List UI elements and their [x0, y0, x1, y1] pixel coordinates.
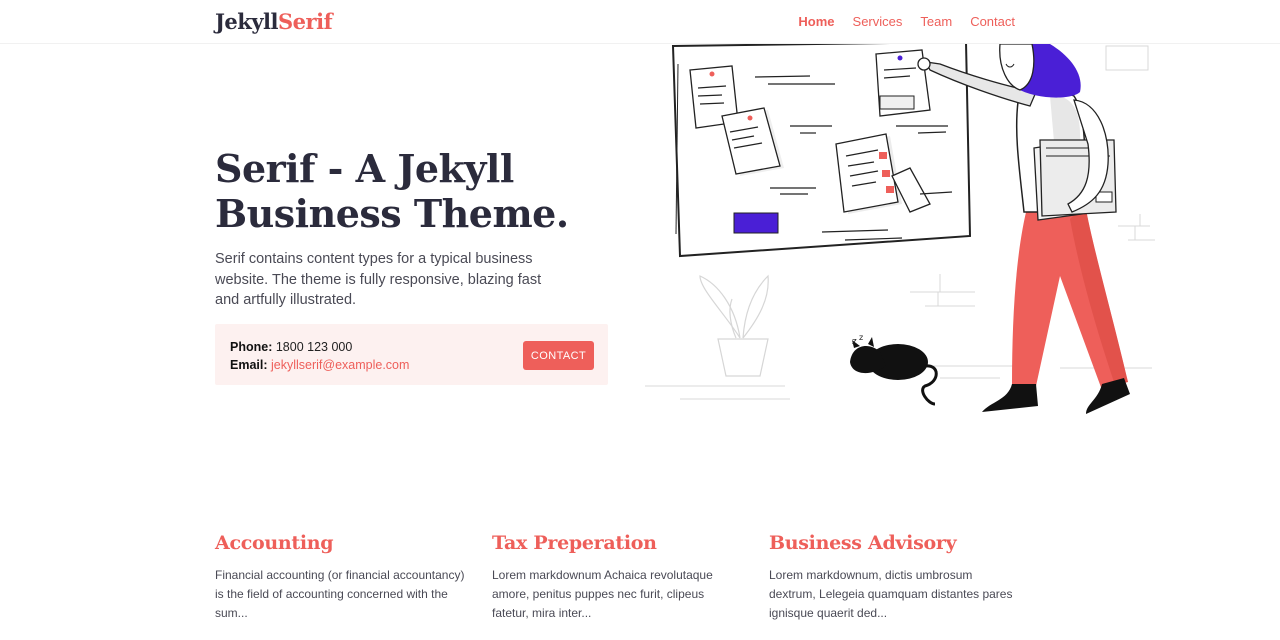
nav-link-contact[interactable]: Contact [970, 14, 1015, 29]
main-nav: Home Services Team Contact [798, 14, 1015, 29]
service-summary: Lorem markdownum, dictis umbrosum dextru… [769, 568, 1013, 620]
nav-link-home[interactable]: Home [798, 14, 834, 29]
service-summary: Financial accounting (or financial accou… [215, 568, 465, 620]
hero-title-line-1: Serif - A Jekyll [215, 146, 514, 191]
hero-illustration: z z [645, 44, 1155, 414]
logo-text-serif: Serif [278, 9, 333, 34]
phone-label: Phone: [230, 340, 273, 354]
cat-icon: z z [850, 333, 938, 406]
whiteboard [671, 44, 972, 258]
hero-title-line-2: Business Theme. [215, 191, 569, 236]
service-title[interactable]: Accounting [215, 532, 465, 554]
site-header: JekyllSerif Home Services Team Contact [0, 0, 1280, 44]
logo-text-jekyll: Jekyll [215, 9, 279, 34]
hero-description: Serif contains content types for a typic… [215, 251, 542, 308]
phone-value: 1800 123 000 [275, 340, 353, 354]
contact-box: Phone: 1800 123 000 Email: jekyllserif@e… [215, 324, 608, 385]
plant-icon [699, 274, 769, 377]
service-card-business-advisory[interactable]: Business Advisory Lorem markdownum, dict… [769, 532, 1019, 623]
service-card-tax-preperation[interactable]: Tax Preperation Lorem markdownum Achaica… [492, 532, 742, 623]
service-title[interactable]: Business Advisory [769, 532, 1019, 554]
svg-text:z: z [852, 337, 857, 347]
service-summary: Lorem markdownum Achaica revolutaque amo… [492, 568, 713, 620]
contact-details: Phone: 1800 123 000 Email: jekyllserif@e… [230, 338, 409, 374]
contact-button[interactable]: CONTACT [523, 341, 594, 370]
email-label: Email: [230, 358, 268, 372]
service-card-accounting[interactable]: Accounting Financial accounting (or fina… [215, 532, 465, 623]
nav-link-services[interactable]: Services [853, 14, 903, 29]
svg-text:z: z [859, 333, 863, 342]
nav-link-team[interactable]: Team [920, 14, 952, 29]
email-row: Email: jekyllserif@example.com [230, 356, 409, 374]
email-link[interactable]: jekyllserif@example.com [271, 358, 409, 372]
site-logo[interactable]: JekyllSerif [215, 9, 333, 34]
phone-row: Phone: 1800 123 000 [230, 338, 409, 356]
hero-title: Serif - A Jekyll Business Theme. [215, 146, 635, 236]
service-title[interactable]: Tax Preperation [492, 532, 742, 554]
